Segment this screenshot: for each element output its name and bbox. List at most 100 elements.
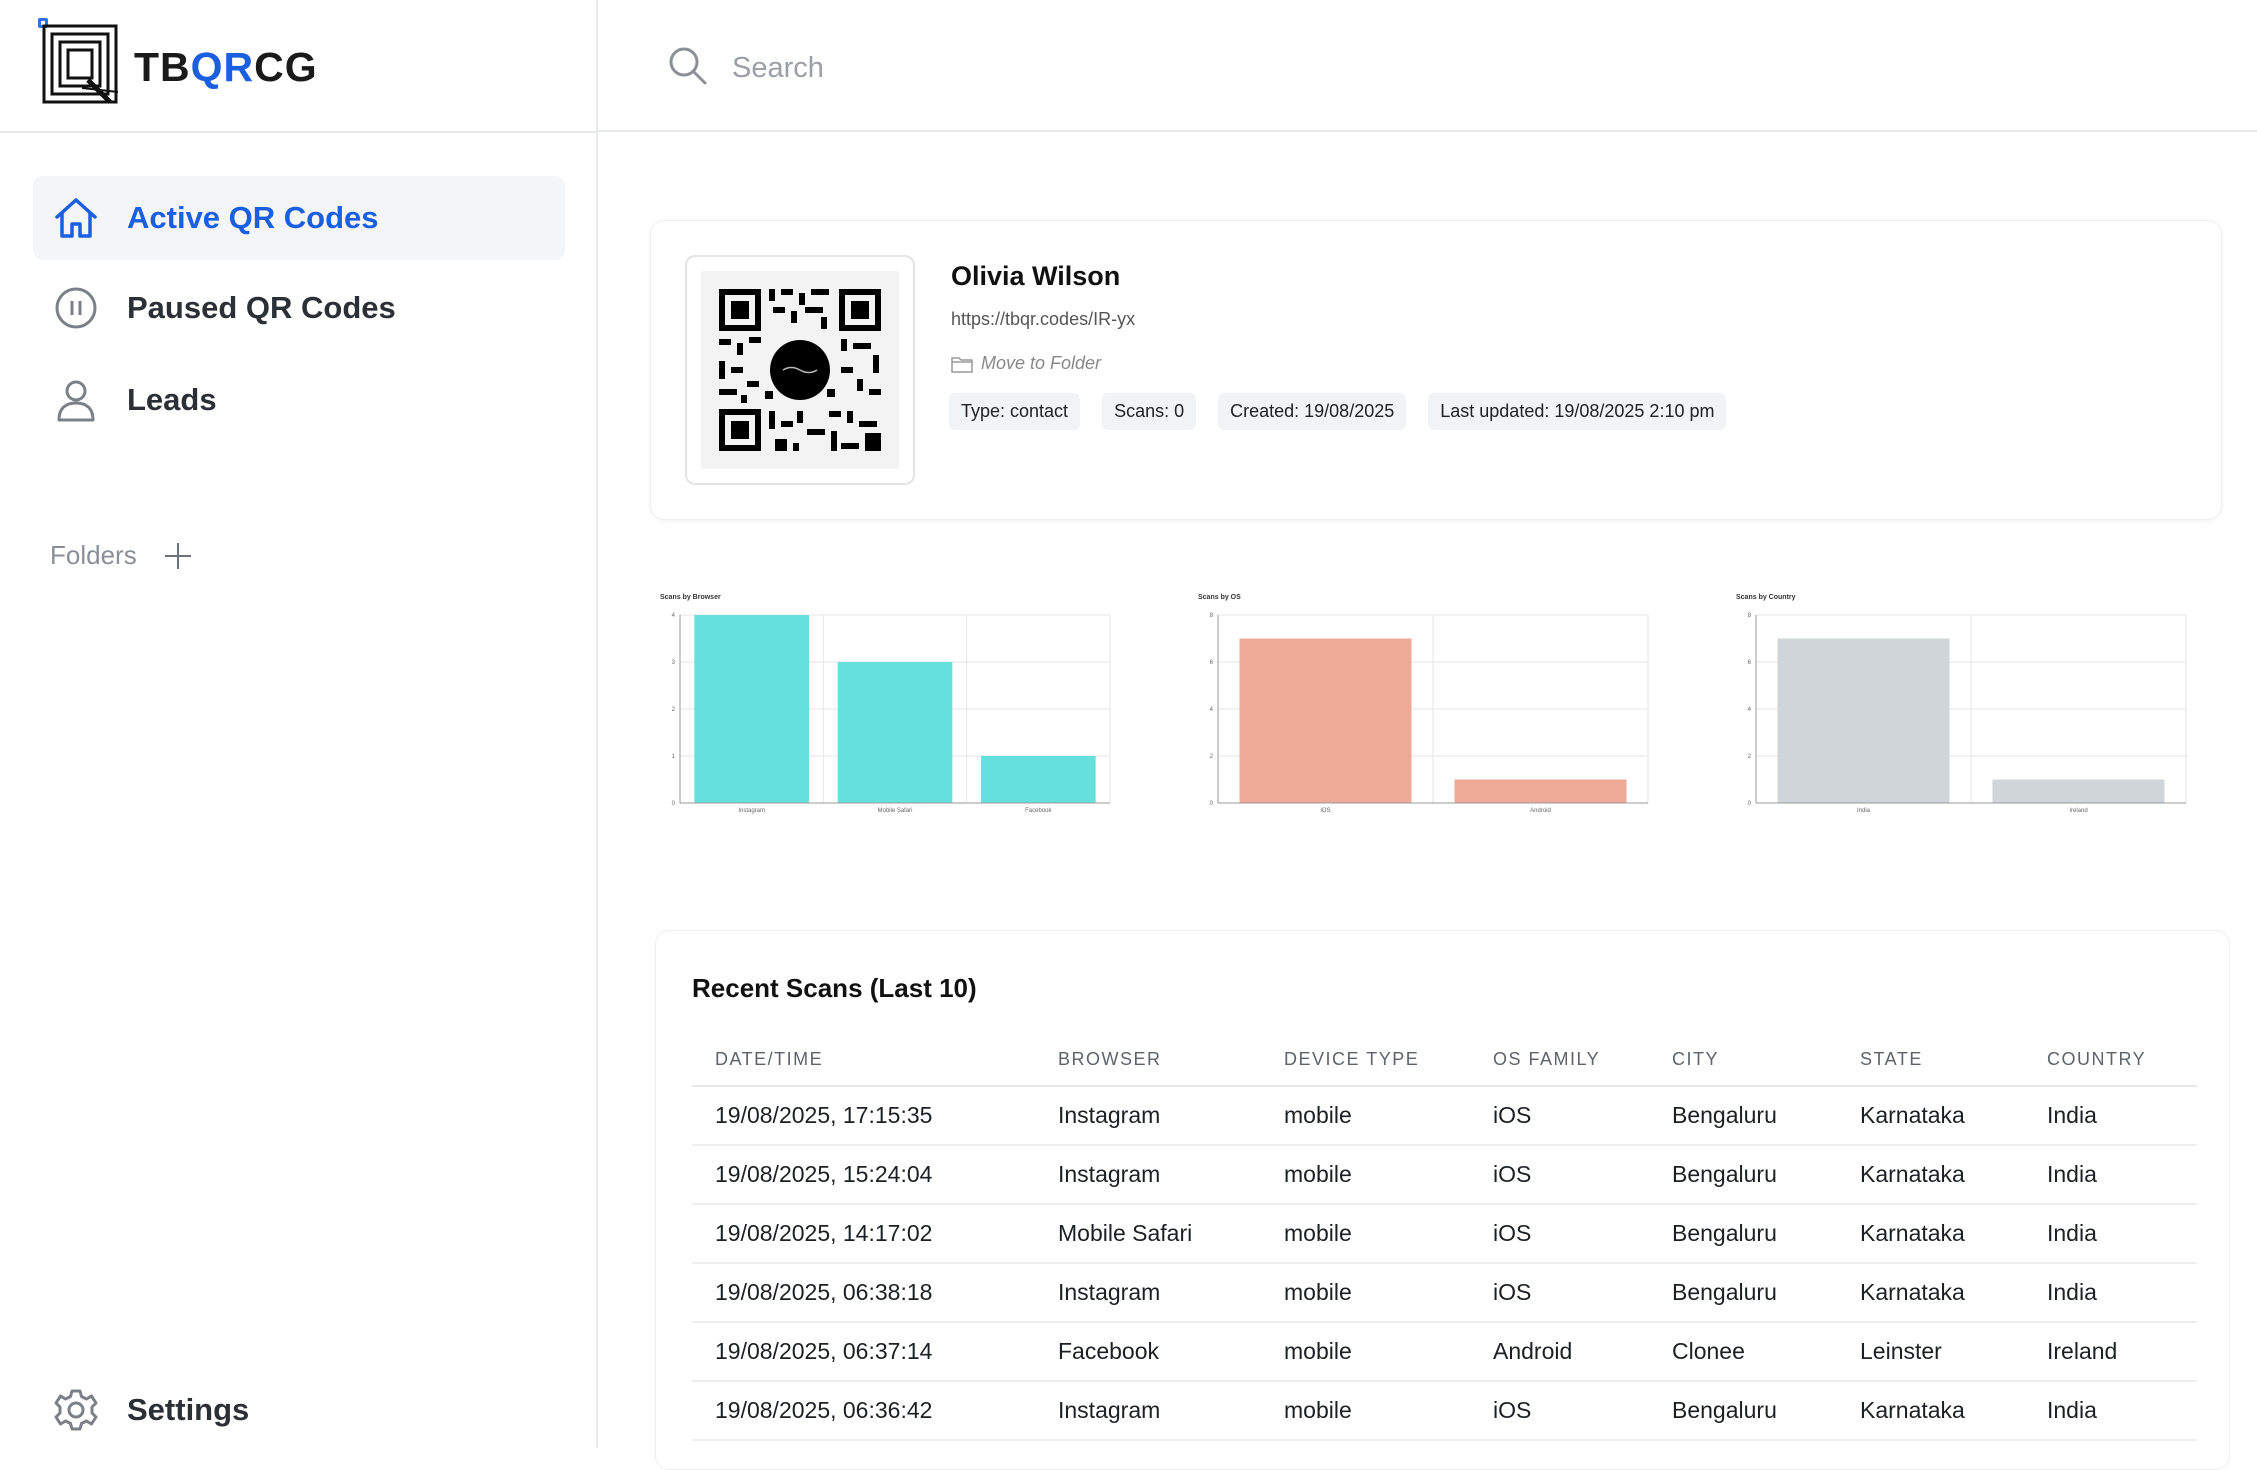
y-tick-label: 4 [672,613,676,619]
created-badge: Created: 19/08/2025 [1218,393,1407,430]
chart-title: Scans by OS [1198,594,1241,601]
cell-device-type: mobile [1261,1322,1470,1382]
top-bar [598,0,2257,132]
cell-device-type: mobile [1261,1145,1470,1205]
cell-os-family: iOS [1470,1204,1649,1264]
qr-code-frame [685,255,915,485]
cell-country: Ireland [2024,1322,2197,1382]
qr-code-card[interactable]: Olivia Wilson https://tbqr.codes/IR-yx M… [650,220,2222,520]
brand-prefix: TB [134,44,191,90]
chart-scans-by-os: Scans by OS 0 2 4 6 8 iOS Android [1188,585,1668,825]
scans-badge: Scans: 0 [1102,393,1197,430]
cell-browser: Instagram [1035,1381,1261,1441]
sidebar-item-label: Paused QR Codes [127,290,396,325]
search-input[interactable] [730,40,1434,96]
scans-by-browser-chart: Scans by Browser 0 1 2 3 4 Instagram Mobile Saf… [660,594,1111,814]
recent-scans-title: Recent Scans (Last 10) [692,973,977,1003]
cell-country: India [2024,1381,2197,1441]
column-header: OS FAMILY [1470,1033,1649,1087]
bar [981,756,1096,803]
qr-code-image [701,271,899,469]
chart-scans-by-country: Scans by Country 0 2 4 6 8 India Ireland [1726,585,2206,825]
cell-datetime: 19/08/2025, 06:38:18 [692,1263,1035,1323]
folders-section: Folders [50,540,193,571]
cell-datetime: 19/08/2025, 14:17:02 [692,1204,1035,1264]
qr-code-title[interactable]: Olivia Wilson [951,261,1120,292]
cell-state: Karnataka [1837,1263,2024,1323]
sidebar-item-settings[interactable]: Settings [33,1368,565,1452]
scans-by-country-chart: Scans by Country 0 2 4 6 8 India Ireland [1736,594,2187,814]
sidebar-item-paused-qr-codes[interactable]: Paused QR Codes [33,266,565,350]
bar [1777,638,1950,803]
sidebar: TBQRCG Active QR Codes Paused QR Codes L… [0,0,598,1448]
table-row: 19/08/2025, 06:38:18 Instagram mobile iO… [692,1263,2197,1323]
y-tick-label: 4 [1748,707,1752,713]
column-header: STATE [1837,1033,2024,1087]
table-row: 19/08/2025, 14:17:02 Mobile Safari mobil… [692,1204,2197,1264]
bar [694,615,809,803]
column-header: CITY [1649,1033,1837,1087]
home-icon [51,193,101,243]
y-tick-label: 1 [672,754,676,760]
y-tick-label: 8 [1210,613,1214,619]
brand-name: TBQRCG [134,44,318,91]
column-header: COUNTRY [2024,1033,2197,1087]
recent-scans-card: Recent Scans (Last 10) DATE/TIME BROWSER… [655,930,2230,1470]
y-tick-label: 2 [1748,754,1752,760]
cell-os-family: Android [1470,1322,1649,1382]
cell-datetime: 19/08/2025, 17:15:35 [692,1086,1035,1146]
y-tick-label: 0 [1210,801,1214,807]
chart-scans-by-browser: Scans by Browser 0 1 2 3 4 Instagram Mobile Saf… [650,585,1130,825]
cell-city: Clonee [1649,1322,1837,1382]
folders-label: Folders [50,540,137,570]
sidebar-item-leads[interactable]: Leads [33,358,565,442]
x-tick-label: Mobile Safari [877,808,912,814]
qr-code-graphic [701,271,899,469]
cell-device-type: mobile [1261,1204,1470,1264]
bar [1454,779,1627,803]
move-to-folder-button[interactable]: Move to Folder [951,353,1101,374]
cell-country: India [2024,1086,2197,1146]
column-header: BROWSER [1035,1033,1261,1087]
y-tick-label: 0 [1748,801,1752,807]
bar [837,662,953,803]
cell-city: Bengaluru [1649,1086,1837,1146]
sidebar-item-active-qr-codes[interactable]: Active QR Codes [33,176,565,260]
add-folder-icon[interactable] [163,541,193,571]
folder-icon [951,356,973,373]
y-tick-label: 4 [1210,707,1214,713]
y-tick-label: 3 [672,660,676,666]
cell-state: Leinster [1837,1322,2024,1382]
brand-qr: QR [190,44,255,90]
logo-icon[interactable] [38,18,128,110]
cell-state: Karnataka [1837,1145,2024,1205]
search-icon [669,47,707,85]
qr-meta-chips: Type: contact Scans: 0 Created: 19/08/20… [949,393,1727,430]
gear-icon [51,1385,101,1435]
x-tick-label: Android [1530,808,1551,814]
column-header: DATE/TIME [692,1033,1035,1087]
updated-badge: Last updated: 19/08/2025 2:10 pm [1428,393,1727,430]
cell-country: India [2024,1204,2197,1264]
y-tick-label: 2 [672,707,676,713]
brand-header: TBQRCG [0,0,598,133]
cell-datetime: 19/08/2025, 06:37:14 [692,1322,1035,1382]
table-header-row: DATE/TIME BROWSER DEVICE TYPE OS FAMILY … [692,1033,2197,1087]
cell-browser: Instagram [1035,1145,1261,1205]
cell-datetime: 19/08/2025, 06:36:42 [692,1381,1035,1441]
move-to-folder-label: Move to Folder [981,353,1102,373]
x-tick-label: India [1857,808,1871,814]
pause-circle-icon [51,283,101,333]
cell-city: Bengaluru [1649,1204,1837,1264]
y-tick-label: 2 [1210,754,1214,760]
bar [1992,779,2165,803]
sidebar-item-label: Settings [127,1392,250,1427]
cell-browser: Instagram [1035,1086,1261,1146]
cell-country: India [2024,1145,2197,1205]
cell-os-family: iOS [1470,1086,1649,1146]
cell-os-family: iOS [1470,1145,1649,1205]
qr-code-url[interactable]: https://tbqr.codes/IR-yx [951,309,1135,330]
type-badge: Type: contact [949,393,1081,430]
table-row: 19/08/2025, 17:15:35 Instagram mobile iO… [692,1086,2197,1146]
y-tick-label: 6 [1210,660,1214,666]
